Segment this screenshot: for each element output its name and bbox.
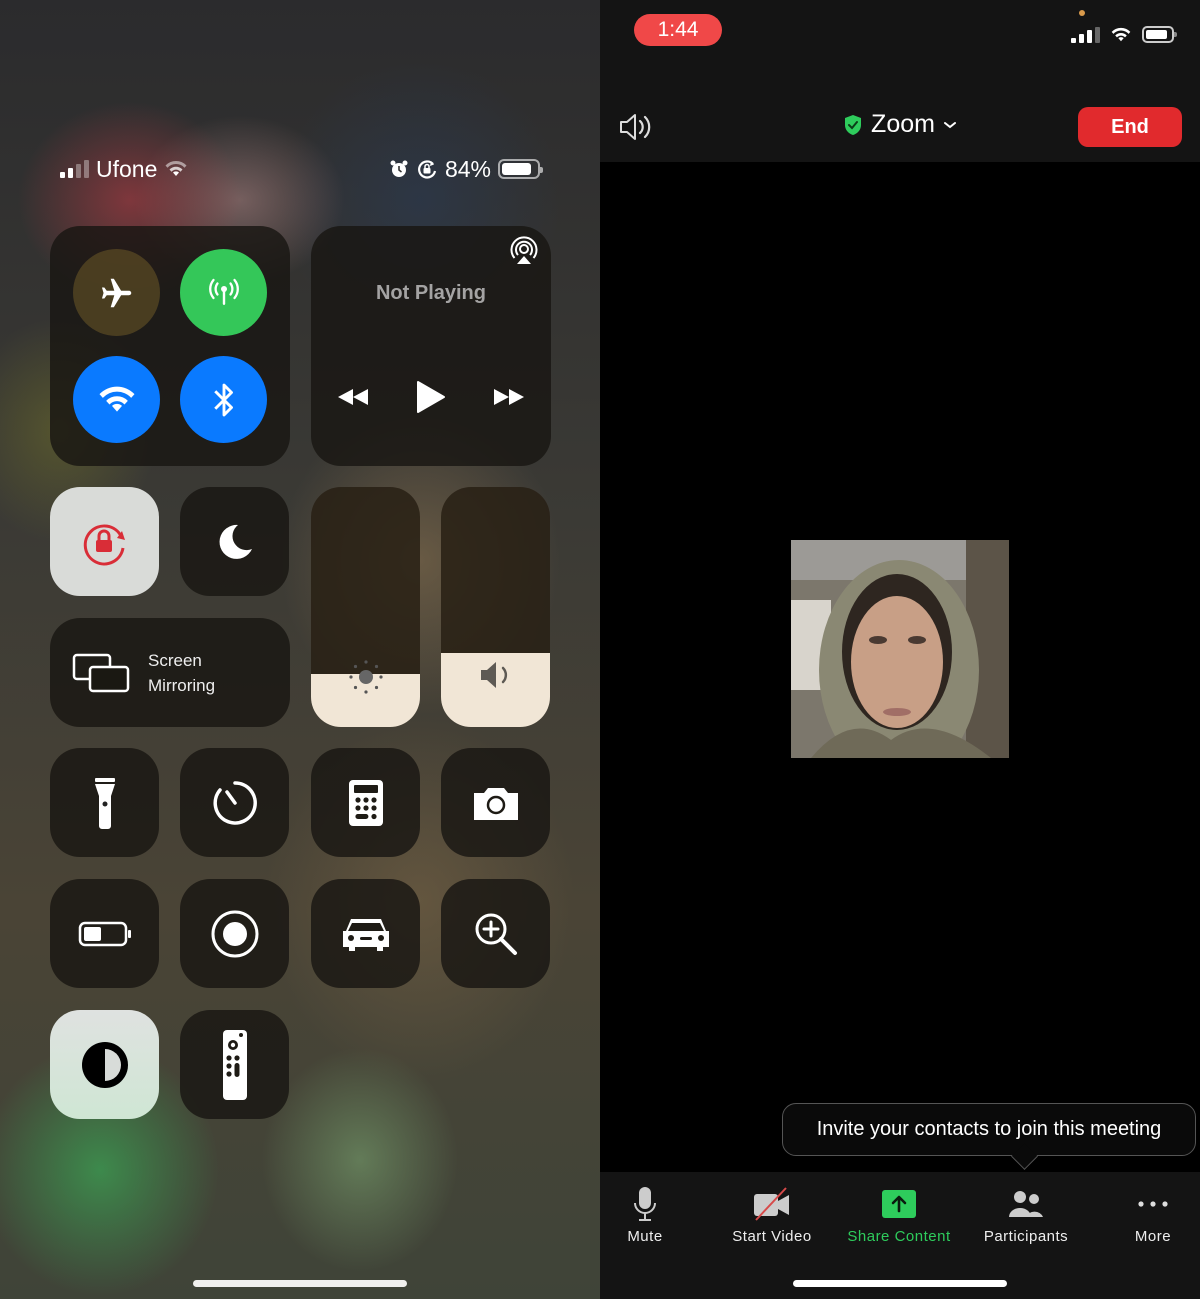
- more-button[interactable]: More: [1093, 1186, 1200, 1245]
- mute-button[interactable]: Mute: [585, 1186, 705, 1245]
- cellular-signal-icon: [60, 160, 89, 178]
- play-icon[interactable]: [416, 380, 446, 414]
- dark-mode-icon: [81, 1041, 128, 1088]
- calculator-button[interactable]: [311, 748, 420, 857]
- camera-button[interactable]: [441, 748, 550, 857]
- carrier-name: Ufone: [96, 155, 158, 182]
- bluetooth-toggle[interactable]: [180, 356, 267, 443]
- wifi-icon: [99, 386, 134, 412]
- airplay-audio-icon[interactable]: [509, 236, 539, 266]
- secure-shield-icon: [845, 114, 862, 135]
- home-indicator[interactable]: [793, 1280, 1007, 1287]
- cellular-signal-icon: [1071, 26, 1100, 43]
- brightness-slider[interactable]: [311, 487, 420, 727]
- participants-icon: [1009, 1191, 1043, 1217]
- speaker-icon: [480, 662, 507, 688]
- bluetooth-icon: [213, 383, 233, 416]
- remote-icon: [222, 1029, 247, 1100]
- wifi-toggle[interactable]: [73, 356, 160, 443]
- share-content-label: Share Content: [847, 1228, 951, 1245]
- microphone-icon: [634, 1187, 656, 1221]
- zoom-meeting-screen: 1:44 Zoom End Invite your contacts to jo…: [600, 0, 1200, 1299]
- share-content-button[interactable]: Share Content: [839, 1186, 959, 1245]
- dark-mode-toggle[interactable]: [50, 1010, 159, 1119]
- self-video-thumbnail[interactable]: [791, 540, 1009, 758]
- end-meeting-button[interactable]: End: [1078, 107, 1182, 147]
- camera-icon: [473, 787, 518, 820]
- more-dots-icon: [1138, 1201, 1168, 1207]
- driving-focus-button[interactable]: [311, 879, 420, 988]
- time-pill[interactable]: 1:44: [634, 14, 722, 46]
- participant-video-image: [791, 540, 1009, 758]
- zoom-status-bar: [1071, 26, 1177, 43]
- home-indicator[interactable]: [193, 1280, 407, 1287]
- control-center: Ufone 84% Not Playing Screen Mirroring: [0, 0, 600, 1299]
- airplane-mode-toggle[interactable]: [73, 249, 160, 336]
- control-center-status-bar: Ufone 84%: [60, 154, 543, 184]
- rewind-icon[interactable]: [336, 386, 370, 408]
- volume-slider[interactable]: [441, 487, 550, 727]
- screen-mirroring-icon: [72, 653, 130, 693]
- screen-recording-button[interactable]: [180, 879, 289, 988]
- magnifier-button[interactable]: [441, 879, 550, 988]
- sun-icon: [348, 660, 383, 694]
- moon-icon: [219, 524, 252, 559]
- participants-button[interactable]: Participants: [966, 1186, 1086, 1245]
- antenna-icon: [208, 278, 239, 305]
- battery-icon: [78, 921, 131, 946]
- apple-tv-remote-button[interactable]: [180, 1010, 289, 1119]
- battery-percent: 84%: [444, 155, 491, 182]
- flashlight-icon: [94, 777, 115, 829]
- timer-button[interactable]: [180, 748, 289, 857]
- connectivity-module: [50, 226, 290, 466]
- mic-in-use-indicator: [1079, 10, 1085, 16]
- battery-icon: [498, 159, 543, 179]
- mute-label: Mute: [627, 1228, 663, 1245]
- screen-mirroring-label-2: Mirroring: [148, 676, 216, 695]
- chevron-down-icon: [943, 121, 956, 128]
- car-icon: [342, 918, 389, 951]
- now-playing-module[interactable]: Not Playing: [311, 226, 551, 466]
- video-off-icon: [754, 1187, 789, 1221]
- screen-mirroring-button[interactable]: Screen Mirroring: [50, 618, 290, 727]
- rotation-lock-icon: [83, 523, 125, 565]
- start-video-label: Start Video: [732, 1228, 812, 1245]
- meeting-toolbar: Mute Start Video Share Content Participa…: [600, 1172, 1200, 1299]
- wifi-icon: [1111, 27, 1131, 41]
- screen-mirroring-label-1: Screen: [148, 651, 202, 670]
- share-screen-icon: [882, 1190, 916, 1218]
- now-playing-status: Not Playing: [375, 282, 486, 304]
- record-icon: [211, 910, 258, 957]
- rotation-lock-toggle[interactable]: [50, 487, 159, 596]
- participants-label: Participants: [983, 1228, 1069, 1245]
- airplane-icon: [101, 278, 131, 307]
- alarm-icon: [390, 160, 408, 177]
- start-video-button[interactable]: Start Video: [712, 1186, 832, 1245]
- calculator-icon: [348, 779, 383, 826]
- low-power-mode-toggle[interactable]: [50, 879, 159, 988]
- timer-icon: [212, 780, 257, 825]
- meeting-title: Zoom: [871, 110, 935, 138]
- cellular-data-toggle[interactable]: [180, 249, 267, 336]
- do-not-disturb-toggle[interactable]: [180, 487, 289, 596]
- invite-tooltip[interactable]: Invite your contacts to join this meetin…: [782, 1103, 1196, 1156]
- magnifier-icon: [475, 913, 517, 955]
- battery-icon: [1142, 26, 1177, 43]
- wifi-icon: [165, 161, 187, 176]
- more-label: More: [1134, 1228, 1172, 1245]
- flashlight-button[interactable]: [50, 748, 159, 857]
- zoom-header: 1:44 Zoom End: [600, 0, 1200, 162]
- fast-forward-icon[interactable]: [492, 386, 526, 408]
- rotation-lock-icon: [418, 160, 437, 179]
